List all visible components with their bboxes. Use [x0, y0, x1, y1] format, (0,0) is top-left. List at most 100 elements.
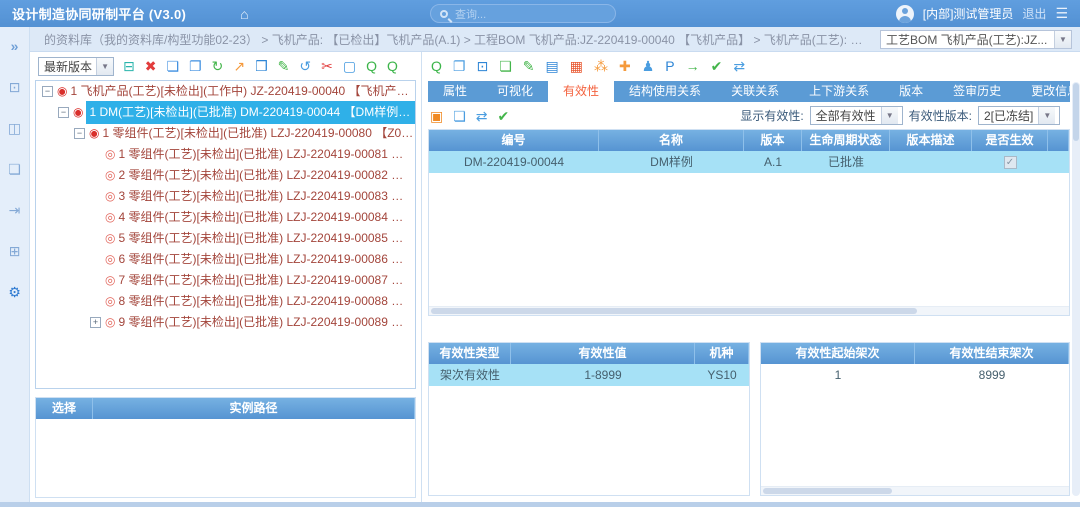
- column-header[interactable]: [1048, 130, 1069, 151]
- menu-icon[interactable]: ☰: [1055, 5, 1068, 22]
- select-region-icon[interactable]: ▢: [343, 58, 356, 74]
- add-effectivity-icon[interactable]: ❏: [453, 108, 466, 124]
- horizontal-scrollbar[interactable]: [761, 486, 1069, 495]
- screen-user-icon[interactable]: ⊞: [9, 243, 21, 259]
- breadcrumb[interactable]: 的资料库（我的资料库/构型功能02-23） > 飞机产品: 【已检出】飞机产品(…: [44, 31, 870, 48]
- tree-node[interactable]: +◎9 零组件(工艺)[未检出](已批准) LZJ-220419-00089 【…: [36, 312, 415, 333]
- forward-icon[interactable]: →: [686, 58, 700, 74]
- column-header[interactable]: 有效性起始架次: [761, 343, 915, 364]
- column-header[interactable]: 版本描述: [890, 130, 972, 151]
- refresh-icon[interactable]: ↻: [212, 58, 224, 74]
- validate-icon[interactable]: ✔: [498, 108, 510, 124]
- save-version-icon[interactable]: ❏: [166, 58, 179, 74]
- approve-icon[interactable]: ✔: [711, 58, 723, 74]
- column-header[interactable]: 编号: [429, 130, 599, 151]
- collapse-toggle-icon[interactable]: −: [74, 128, 85, 139]
- table-header-row: 编号名称版本生命周期状态版本描述是否生效: [429, 130, 1069, 151]
- part-leaf-icon: ◎: [105, 312, 115, 333]
- tree-node[interactable]: ◎2 零组件(工艺)[未检出](已批准) LZJ-220419-00082 【P…: [36, 165, 415, 186]
- save-as-icon[interactable]: ❐: [189, 58, 202, 74]
- column-header[interactable]: 有效性结束架次: [915, 343, 1069, 364]
- transfer-icon[interactable]: ⇄: [476, 108, 488, 124]
- tree-node[interactable]: ◎3 零组件(工艺)[未检出](已批准) LZJ-220419-00083 【P…: [36, 186, 415, 207]
- tree-node[interactable]: ◎4 零组件(工艺)[未检出](已批准) LZJ-220419-00084 【P…: [36, 207, 415, 228]
- vertical-scrollbar[interactable]: [1072, 82, 1080, 496]
- tree-node[interactable]: ◎7 零组件(工艺)[未检出](已批准) LZJ-220419-00087 【P…: [36, 270, 415, 291]
- expand-toggle-icon[interactable]: +: [90, 317, 101, 328]
- column-header[interactable]: 选择: [36, 398, 93, 419]
- save-effectivity-icon[interactable]: ▣: [430, 108, 443, 124]
- edit-doc-icon[interactable]: ✎: [523, 58, 535, 74]
- table-row[interactable]: 18999: [761, 364, 1069, 386]
- table-row[interactable]: 架次有效性1-8999YS10: [429, 364, 749, 386]
- global-search-input[interactable]: 查询...: [430, 4, 616, 23]
- open-folder-icon[interactable]: ❒: [255, 58, 268, 74]
- tree-node[interactable]: −◉1 零组件(工艺)[未检出](已批准) LZJ-220419-00080 【…: [36, 123, 415, 144]
- horizontal-scrollbar[interactable]: [429, 306, 1069, 315]
- clipboard-icon[interactable]: ▤: [545, 58, 558, 74]
- effectivity-range-body: [761, 386, 1069, 486]
- paste-icon[interactable]: ❏: [499, 58, 512, 74]
- desktop-icon[interactable]: ⊡: [9, 79, 21, 95]
- tab-4[interactable]: 结构使用关系: [614, 81, 716, 102]
- tree-node[interactable]: ◎6 零组件(工艺)[未检出](已批准) LZJ-220419-00086 【P…: [36, 249, 415, 270]
- column-header[interactable]: 版本: [744, 130, 802, 151]
- search-icon[interactable]: Q: [431, 58, 442, 74]
- package-icon[interactable]: ◫: [8, 120, 21, 136]
- tab-7[interactable]: 版本: [884, 81, 938, 102]
- column-header[interactable]: 有效性类型: [429, 343, 511, 364]
- home-icon[interactable]: ⌂: [240, 6, 248, 22]
- tab-2[interactable]: 可视化: [482, 81, 548, 102]
- version-select[interactable]: 最新版本 ▼: [38, 57, 114, 76]
- collapse-toggle-icon[interactable]: −: [42, 86, 53, 97]
- user-settings-icon[interactable]: ⚙: [8, 284, 21, 300]
- team-icon[interactable]: ♟: [642, 58, 655, 74]
- tab-6[interactable]: 上下游关系: [794, 81, 884, 102]
- logout-button[interactable]: 退出: [1022, 5, 1046, 22]
- add-file-icon[interactable]: ✚: [619, 58, 631, 74]
- tree-node[interactable]: ◎8 零组件(工艺)[未检出](已批准) LZJ-220419-00088 【P…: [36, 291, 415, 312]
- zoom-in-icon[interactable]: Q: [366, 58, 377, 74]
- tree-node[interactable]: −◉1 DM(工艺)[未检出](已批准) DM-220419-00044 【DM…: [36, 102, 415, 123]
- tree-node[interactable]: ◎1 零组件(工艺)[未检出](已批准) LZJ-220419-00081 【P…: [36, 144, 415, 165]
- column-header[interactable]: 有效性值: [511, 343, 695, 364]
- effectivity-type-table: 有效性类型有效性值机种架次有效性1-8999YS10: [429, 343, 749, 386]
- expand-panel-icon[interactable]: »: [11, 38, 19, 54]
- delete-icon[interactable]: ✖: [145, 58, 157, 74]
- bom-context-select[interactable]: 工艺BOM 飞机产品(工艺):JZ... ▼: [880, 30, 1072, 49]
- tab-9[interactable]: 更改信息: [1016, 81, 1080, 102]
- tab-3[interactable]: 有效性: [548, 81, 614, 102]
- copy-stack-icon[interactable]: ❏: [8, 161, 21, 177]
- zoom-out-icon[interactable]: Q: [387, 58, 398, 74]
- process-icon[interactable]: P: [665, 58, 674, 74]
- tree-node[interactable]: −◉1 飞机产品(工艺)[未检出](工作中) JZ-220419-00040 【…: [36, 81, 415, 102]
- revert-icon[interactable]: ↺: [299, 58, 311, 74]
- column-header[interactable]: 实例路径: [93, 398, 415, 419]
- tab-1[interactable]: 属性: [428, 81, 482, 102]
- tab-8[interactable]: 签审历史: [938, 81, 1016, 102]
- copy-add-icon[interactable]: ❐: [453, 58, 466, 74]
- column-header[interactable]: 名称: [599, 130, 744, 151]
- column-header[interactable]: 生命周期状态: [802, 130, 890, 151]
- cut-icon[interactable]: ✂: [321, 58, 333, 74]
- effectivity-version-select[interactable]: 2[已冻结] ▼: [978, 106, 1060, 125]
- effectivity-main-table: 编号名称版本生命周期状态版本描述是否生效DM-220419-00044DM样例A…: [429, 130, 1069, 173]
- checkbox-checked-icon[interactable]: ✓: [1004, 156, 1017, 169]
- save-icon[interactable]: ▦: [570, 58, 583, 74]
- table-row[interactable]: DM-220419-00044DM样例A.1已批准✓: [429, 151, 1069, 173]
- user-avatar-icon[interactable]: [896, 5, 914, 23]
- collapse-toggle-icon[interactable]: −: [58, 107, 69, 118]
- edit-icon[interactable]: ✎: [278, 58, 290, 74]
- find-in-doc-icon[interactable]: ⊡: [476, 58, 488, 74]
- sync-icon[interactable]: ⇄: [733, 58, 745, 74]
- tab-5[interactable]: 关联关系: [716, 81, 794, 102]
- column-header[interactable]: 是否生效: [972, 130, 1048, 151]
- hierarchy-icon[interactable]: ⁂: [594, 58, 608, 74]
- plugin-icon[interactable]: ⇥: [9, 202, 21, 218]
- tree-node[interactable]: ◎5 零组件(工艺)[未检出](已批准) LZJ-220419-00085 【P…: [36, 228, 415, 249]
- show-effectivity-select[interactable]: 全部有效性 ▼: [810, 106, 903, 125]
- column-header[interactable]: 机种: [695, 343, 749, 364]
- collapse-tree-icon[interactable]: ⊟: [123, 58, 135, 74]
- structure-tree-panel: 最新版本 ▼ ⊟ ✖ ❏ ❐ ↻ ↗ ❒ ✎ ↺ ✂ ▢ QQ −◉1 飞机产品(工艺)[未检出](工…: [30, 52, 422, 502]
- export-icon[interactable]: ↗: [233, 58, 245, 74]
